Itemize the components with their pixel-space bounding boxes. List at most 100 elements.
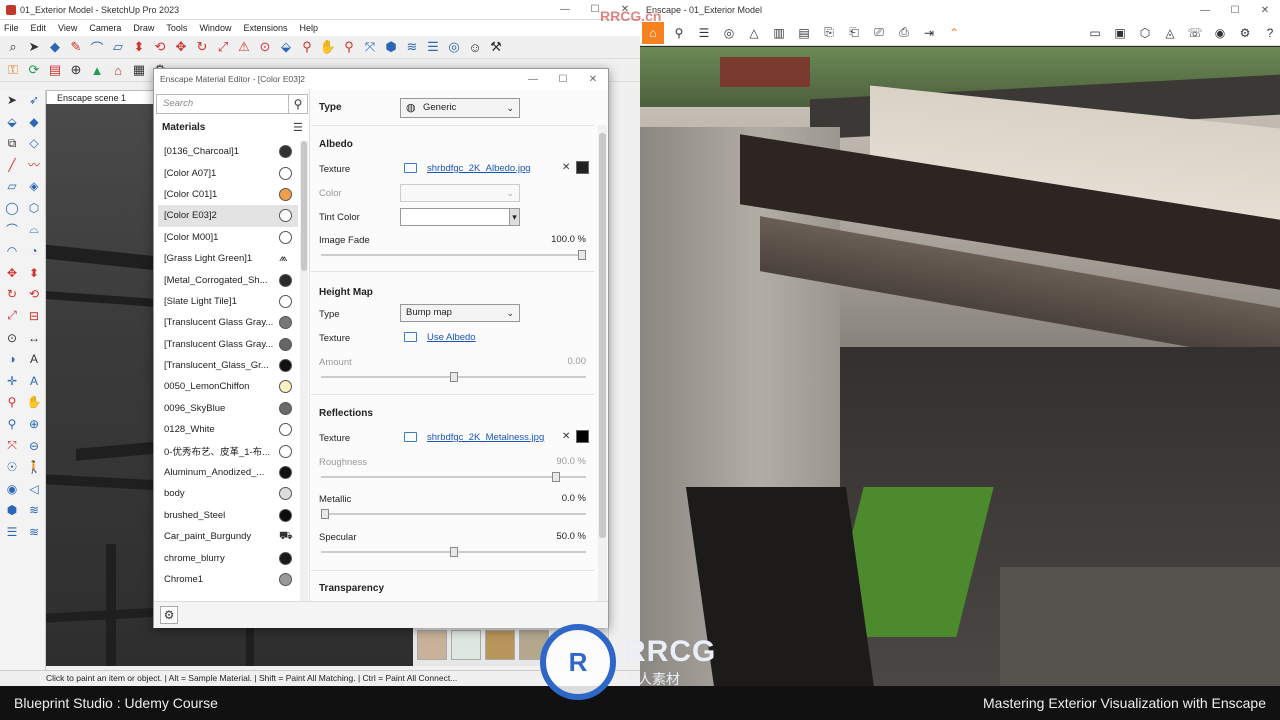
tint-color-picker[interactable]: ▾ (400, 208, 520, 226)
menu-camera[interactable]: Camera (89, 23, 121, 33)
material-list-item[interactable]: brushed_Steel (158, 505, 298, 526)
followme-icon[interactable]: ⟲ (24, 284, 44, 304)
gear-icon[interactable]: ⚙ (160, 606, 178, 624)
paint-bucket-tool-icon[interactable]: ⬙ (2, 112, 22, 132)
menu-help[interactable]: Help (299, 23, 318, 33)
pan-tool-icon[interactable]: ✋ (24, 392, 44, 412)
slider-knob[interactable] (552, 472, 560, 482)
type-select[interactable]: ◍ Generic ⌄ (400, 98, 520, 118)
search-icon[interactable]: ⌕ (4, 38, 22, 56)
tools-icon[interactable]: ⚒ (487, 38, 505, 56)
presentation-icon[interactable]: ▣ (1110, 23, 1130, 43)
rectangle-tool-icon[interactable]: ▱ (109, 38, 127, 56)
clear-texture-icon[interactable]: ✕ (562, 431, 570, 442)
rect-icon[interactable]: ▱ (2, 176, 22, 196)
lasso-icon[interactable]: ➶ (24, 90, 44, 110)
zoom-icon[interactable]: ⚲ (340, 38, 358, 56)
material-list-item[interactable]: Chrome1 (158, 569, 298, 590)
slider-knob[interactable] (450, 547, 458, 557)
albedo-texture-link[interactable]: shrbdfgc_2K_Albedo.jpg (427, 163, 531, 174)
zoom-tool-icon[interactable]: ⚲ (2, 414, 22, 434)
specular-slider[interactable] (321, 547, 586, 557)
tag-icon[interactable]: ◇ (24, 133, 44, 153)
material-thumb[interactable] (485, 630, 515, 660)
compass-icon[interactable]: ◬ (1160, 23, 1180, 43)
enscape-views-icon[interactable]: ▤ (46, 61, 64, 79)
close-button[interactable]: ✕ (578, 74, 608, 85)
previous-view-icon[interactable]: ⊖ (24, 436, 44, 456)
light-icon[interactable]: △ (744, 23, 764, 43)
position-camera-icon[interactable]: ☉ (2, 457, 22, 477)
menu-file[interactable]: File (4, 23, 19, 33)
line-icon[interactable]: ╱ (2, 155, 22, 175)
roughness-slider[interactable] (321, 472, 586, 482)
enscape-render-view[interactable] (640, 47, 1280, 686)
material-list-item[interactable]: [Translucent Glass Gray... (158, 334, 298, 355)
rotate-icon[interactable]: ↻ (2, 284, 22, 304)
dimension-icon[interactable]: ↔ (24, 328, 44, 348)
material-list-item[interactable]: [Grass Light Green]1 ⩕ (158, 248, 298, 269)
menu-extensions[interactable]: Extensions (243, 23, 287, 33)
add-icon[interactable]: ⊕ (67, 61, 85, 79)
rotated-rect-icon[interactable]: ◈ (24, 176, 44, 196)
folder-icon[interactable] (404, 163, 417, 173)
eraser-tool-icon[interactable]: ◆ (24, 112, 44, 132)
material-list-item[interactable]: Aluminum_Anodized_... (158, 462, 298, 483)
menu-view[interactable]: View (58, 23, 77, 33)
material-thumb[interactable] (451, 630, 481, 660)
reflections-texture-link[interactable]: shrbdfgc_2K_Metalness.jpg (427, 432, 544, 443)
arc3-icon[interactable]: ◠ (2, 241, 22, 261)
enscape-sync-icon[interactable]: ⟳ (25, 61, 43, 79)
clapperboard-icon[interactable]: ▤ (794, 23, 814, 43)
image-fade-slider[interactable] (321, 250, 586, 260)
minimize-button[interactable]: — (1190, 5, 1220, 16)
rotate-tool-icon[interactable]: ↻ (193, 38, 211, 56)
protractor-icon[interactable]: ◑ (2, 349, 22, 369)
select-arrow-icon[interactable]: ➤ (2, 90, 22, 110)
zoom-window-icon[interactable]: ⊕ (24, 414, 44, 434)
offset-tool-icon[interactable]: ⚠ (235, 38, 253, 56)
minimize-button[interactable]: — (550, 4, 580, 15)
push-pull-icon[interactable]: ⬍ (130, 38, 148, 56)
arc-tool-icon[interactable]: ⌒ (88, 38, 106, 56)
pan-icon[interactable]: ✋ (319, 38, 337, 56)
search-input[interactable]: Search (156, 94, 308, 114)
extension-tool-icon[interactable]: ≋ (24, 500, 44, 520)
tape-measure-icon[interactable]: ⊙ (256, 38, 274, 56)
component-icon[interactable]: ⧉ (2, 133, 22, 153)
material-list-item[interactable]: [Color M00]1 (158, 227, 298, 248)
amount-slider[interactable] (321, 372, 586, 382)
use-albedo-link[interactable]: Use Albedo (427, 332, 476, 343)
account-icon[interactable]: ☺ (466, 38, 484, 56)
screenshot-icon[interactable]: ⎘ (819, 23, 839, 43)
material-list-item[interactable]: [Metal_Corrogated_Sh... (158, 269, 298, 290)
scene-tab[interactable]: Enscape scene 1 (46, 90, 156, 104)
pushpull-icon[interactable]: ⬍ (24, 263, 44, 283)
material-list-item[interactable]: 0128_White (158, 419, 298, 440)
text-icon[interactable]: A (24, 349, 44, 369)
cube-icon[interactable]: ⬡ (1135, 23, 1155, 43)
section-plane-icon[interactable]: ◁ (24, 479, 44, 499)
eraser-icon[interactable]: ◆ (46, 38, 64, 56)
3dtext-icon[interactable]: A (24, 371, 44, 391)
albedo-color-picker[interactable]: ⌄ (400, 184, 520, 202)
search-icon[interactable]: ⚲ (288, 94, 308, 114)
offset-icon[interactable]: ⊟ (24, 306, 44, 326)
scale-tool-icon[interactable]: ⤢ (214, 38, 232, 56)
move-tool-icon[interactable]: ✥ (172, 38, 190, 56)
orbit-tool-icon[interactable]: ⚲ (2, 392, 22, 412)
slider-knob[interactable] (450, 372, 458, 382)
material-list-item[interactable]: 0096_SkyBlue (158, 398, 298, 419)
albedo-color-swatch[interactable] (576, 161, 589, 174)
warehouse-tool-icon[interactable]: ⬢ (2, 500, 22, 520)
warehouse-icon[interactable]: ⬢ (382, 38, 400, 56)
checker-icon[interactable]: ▦ (130, 61, 148, 79)
city-icon[interactable]: ▥ (769, 23, 789, 43)
extension-icon[interactable]: ≋ (403, 38, 421, 56)
material-list-item[interactable]: [0136_Charcoal]1 (158, 141, 298, 162)
maximize-button[interactable]: ☐ (1220, 5, 1250, 16)
properties-scrollbar[interactable] (598, 125, 607, 601)
menu-draw[interactable]: Draw (133, 23, 154, 33)
video-export-icon[interactable]: ⎙ (894, 23, 914, 43)
select-tool-icon[interactable]: ➤ (25, 38, 43, 56)
